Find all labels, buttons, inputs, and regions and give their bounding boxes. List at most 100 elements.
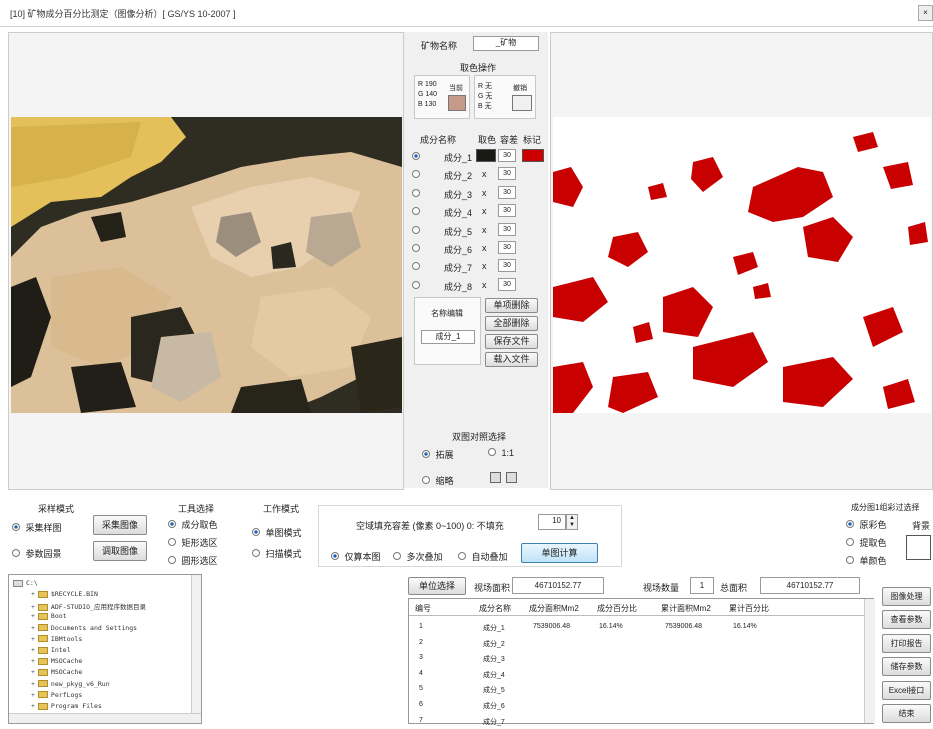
radio-icon[interactable] (412, 170, 420, 178)
component-row[interactable]: 成分_5 x 30 (410, 222, 546, 238)
radio-icon[interactable] (412, 152, 420, 160)
fill-option-auto[interactable]: 自动叠加 (458, 550, 508, 563)
radio-icon[interactable] (412, 189, 420, 197)
view-params-button[interactable]: 查看参数 (882, 610, 931, 630)
component-mark-swatch[interactable] (522, 149, 544, 162)
table-row[interactable]: 6 成分_6 (409, 699, 864, 713)
tree-folder-item[interactable]: + MSOCache (31, 668, 82, 676)
component-row[interactable]: 成分_7 x 30 (410, 258, 546, 274)
table-row[interactable]: 1 成分_1 7539006.48 16.14% 7539006.48 16.14% (409, 621, 864, 635)
display-color-original[interactable]: 原彩色 (846, 518, 887, 531)
exit-button[interactable]: 结束 (882, 704, 931, 723)
sample-mode-option-2[interactable]: 参数园景 (12, 547, 62, 560)
expand-icon[interactable]: + (31, 612, 35, 620)
table-row[interactable]: 5 成分_5 (409, 683, 864, 697)
tree-folder-item[interactable]: + IBMtools (31, 635, 82, 643)
table-header-cell[interactable]: 累计面积Mm2 (661, 603, 711, 614)
unit-select-button[interactable]: 单位选择 (408, 577, 466, 595)
mineral-name-field[interactable]: _矿物 (473, 36, 539, 51)
table-row[interactable]: 2 成分_2 (409, 637, 864, 651)
expand-icon[interactable]: + (31, 657, 35, 665)
save-params-button[interactable]: 储存参数 (882, 657, 931, 677)
table-row[interactable]: 7 成分_7 (409, 715, 864, 729)
expand-icon[interactable]: + (31, 603, 35, 611)
component-tolerance-input[interactable]: 30 (498, 259, 516, 272)
tree-folder-item[interactable]: + Intel (31, 646, 71, 654)
image-process-button[interactable]: 图像处理 (882, 587, 931, 606)
load-file-button[interactable]: 载入文件 (485, 352, 538, 367)
fill-tolerance-input[interactable]: 10 (538, 514, 566, 530)
delete-item-button[interactable]: 单项删除 (485, 298, 538, 313)
expand-icon[interactable]: + (31, 680, 35, 688)
tree-folder-item[interactable]: + ADF-STUDIO_应用程序数据目录 (31, 601, 146, 611)
component-color-swatch[interactable] (476, 149, 496, 162)
expand-icon[interactable]: + (31, 691, 35, 699)
table-header-cell[interactable]: 累计百分比 (729, 603, 769, 614)
table-header-cell[interactable]: 成分百分比 (597, 603, 637, 614)
radio-icon[interactable] (412, 262, 420, 270)
background-swatch[interactable] (906, 535, 931, 560)
tile-icon[interactable] (490, 472, 501, 483)
radio-icon[interactable] (412, 281, 420, 289)
micrograph-image[interactable] (11, 117, 402, 413)
component-tolerance-input[interactable]: 30 (498, 149, 516, 162)
work-mode-single[interactable]: 单图模式 (252, 526, 302, 539)
component-tolerance-input[interactable]: 30 (498, 204, 516, 217)
tree-folder-item[interactable]: + $RECYCLE.BIN (31, 590, 98, 598)
close-button[interactable]: × (918, 5, 933, 21)
expand-icon[interactable]: + (31, 646, 35, 654)
table-vertical-scrollbar[interactable] (864, 599, 875, 723)
cancel-swatch[interactable] (512, 95, 532, 111)
component-tolerance-input[interactable]: 30 (498, 223, 516, 236)
component-tolerance-input[interactable]: 30 (498, 278, 516, 291)
tree-folder-item[interactable]: + Documents and Settings (31, 624, 137, 632)
tree-root[interactable]: C:\ (13, 579, 38, 587)
expand-icon[interactable]: + (31, 590, 35, 598)
table-header-cell[interactable]: 成分面积Mm2 (529, 603, 579, 614)
expand-icon[interactable]: + (31, 624, 35, 632)
spin-stepper[interactable]: ▲ ▼ (566, 514, 578, 530)
extraction-result-image[interactable] (553, 117, 931, 413)
display-color-extract[interactable]: 提取色 (846, 536, 887, 549)
work-mode-scan[interactable]: 扫描模式 (252, 547, 302, 560)
component-tolerance-input[interactable]: 30 (498, 186, 516, 199)
dual-mode-expand-option[interactable]: 拓展 (422, 448, 454, 461)
delete-all-button[interactable]: 全部删除 (485, 316, 538, 331)
table-header-cell[interactable]: 成分名称 (479, 603, 511, 614)
component-row[interactable]: 成分_6 x 30 (410, 240, 546, 256)
table-row[interactable]: 3 成分_3 (409, 652, 864, 666)
name-edit-field[interactable]: 成分_1 (421, 330, 475, 344)
single-calc-button[interactable]: 单图计算 (521, 543, 598, 563)
radio-icon[interactable] (412, 226, 420, 234)
tree-horizontal-scrollbar[interactable] (9, 713, 201, 723)
radio-icon[interactable] (412, 207, 420, 215)
tree-vertical-scrollbar[interactable] (191, 575, 201, 713)
load-image-button[interactable]: 调取图像 (93, 541, 147, 561)
component-row[interactable]: 成分_3 x 30 (410, 185, 546, 201)
dual-mode-thumb-option[interactable]: 缩略 (422, 474, 454, 487)
expand-icon[interactable]: + (31, 702, 35, 710)
table-row[interactable]: 4 成分_4 (409, 668, 864, 682)
excel-interface-button[interactable]: Excel接口 (882, 680, 931, 700)
fill-option-multi[interactable]: 多次叠加 (393, 550, 443, 563)
tree-folder-item[interactable]: + new_pkyg_v6_Run (31, 680, 110, 688)
tree-folder-item[interactable]: + Program Files (31, 702, 102, 710)
directory-tree[interactable]: C:\ + $RECYCLE.BIN + ADF-STUDIO_应用程序数据目录 + Bo… (8, 574, 202, 724)
component-tolerance-input[interactable]: 30 (498, 241, 516, 254)
component-tolerance-input[interactable]: 30 (498, 167, 516, 180)
print-report-button[interactable]: 打印报告 (882, 633, 931, 653)
fill-option-this[interactable]: 仅算本图 (331, 550, 381, 563)
expand-icon[interactable]: + (31, 635, 35, 643)
tool-option-rect[interactable]: 矩形选区 (168, 536, 218, 549)
results-table[interactable]: 编号 成分名称 成分面积Mm2 成分百分比 累计面积Mm2 累计百分比 1 成分_1 7539… (408, 598, 875, 726)
component-row[interactable]: 成分_4 x 30 (410, 203, 546, 219)
tree-folder-item[interactable]: + Boot (31, 612, 67, 620)
split-icon[interactable] (506, 472, 517, 483)
display-color-single[interactable]: 单颜色 (846, 554, 887, 567)
component-row[interactable]: 成分_2 x 30 (410, 166, 546, 182)
tool-option-circle[interactable]: 圆形选区 (168, 554, 218, 567)
component-row[interactable]: 成分_1 30 (410, 148, 546, 164)
table-header-cell[interactable]: 编号 (415, 603, 431, 614)
sample-mode-option-1[interactable]: 采集样图 (12, 521, 62, 534)
dual-mode-1to1-option[interactable]: 1:1 (488, 448, 514, 458)
